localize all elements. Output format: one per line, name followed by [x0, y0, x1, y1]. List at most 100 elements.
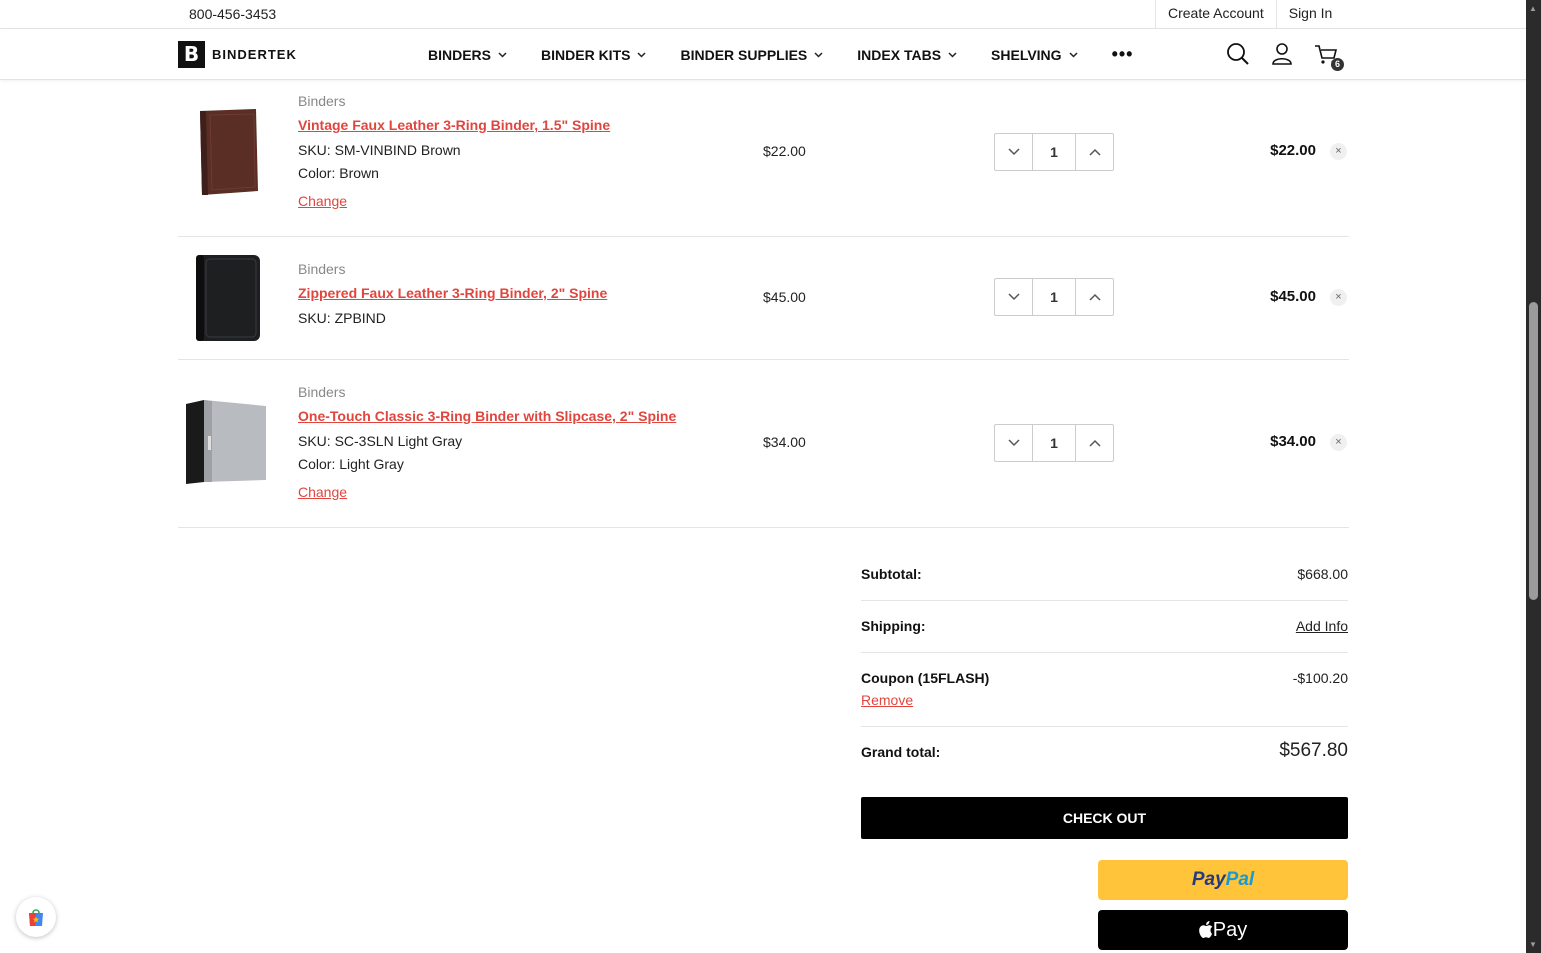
nav-menu: BINDERS BINDER KITS BINDER SUPPLIES INDE…	[428, 29, 1167, 80]
utility-bar: 800-456-3453 Create Account Sign In	[0, 0, 1526, 29]
quantity-stepper: 1	[994, 133, 1114, 171]
paypal-button[interactable]: PayPal	[1098, 860, 1348, 900]
decrease-qty-button[interactable]	[995, 279, 1032, 315]
chevron-down-icon	[1069, 51, 1078, 58]
product-image[interactable]	[182, 251, 270, 343]
cart-icon[interactable]: 6	[1313, 41, 1344, 71]
remove-item-icon[interactable]: ×	[1330, 289, 1347, 306]
chevron-up-icon	[1088, 439, 1101, 447]
cart-count-badge: 6	[1331, 58, 1344, 71]
product-name-link[interactable]: Zippered Faux Leather 3-Ring Binder, 2" …	[298, 285, 607, 301]
subtotal-label: Subtotal:	[861, 566, 922, 582]
nav-item-label: BINDER SUPPLIES	[680, 46, 808, 63]
quantity-input[interactable]: 1	[1032, 134, 1076, 170]
chevron-up-icon	[1088, 148, 1101, 156]
chevron-down-icon	[498, 51, 507, 58]
nav-item-binder-supplies[interactable]: BINDER SUPPLIES	[680, 47, 823, 63]
remove-item-icon[interactable]: ×	[1330, 143, 1347, 160]
line-total: $22.00	[1270, 142, 1316, 159]
account-links: Create Account Sign In	[1155, 0, 1344, 29]
account-icon[interactable]	[1269, 41, 1295, 67]
sign-in-link[interactable]: Sign In	[1275, 0, 1345, 29]
product-sku: SKU: SC-3SLN Light Gray	[298, 433, 463, 449]
quantity-stepper: 1	[994, 278, 1114, 316]
nav-item-label: INDEX TABS	[857, 46, 942, 63]
grand-total-value: $567.80	[1279, 740, 1348, 761]
product-name-link[interactable]: Vintage Faux Leather 3-Ring Binder, 1.5"…	[298, 117, 610, 133]
line-total: $34.00	[1270, 433, 1316, 450]
unit-price: $34.00	[763, 434, 806, 450]
nav-item-index-tabs[interactable]: INDEX TABS	[857, 47, 957, 63]
order-totals: Subtotal: $668.00 Shipping: Add Info Cou…	[861, 548, 1348, 777]
chevron-down-icon	[1007, 439, 1020, 447]
unit-price: $22.00	[763, 143, 806, 159]
phone-number[interactable]: 800-456-3453	[189, 6, 276, 22]
create-account-link[interactable]: Create Account	[1155, 0, 1276, 29]
change-options-link[interactable]: Change	[298, 193, 347, 209]
coupon-row: Coupon (15FLASH) -$100.20 Remove	[861, 653, 1348, 727]
product-color: Color: Brown	[298, 165, 379, 181]
quantity-input[interactable]: 1	[1032, 279, 1076, 315]
logo-wordmark: BINDERTEK	[212, 47, 297, 62]
nav-item-label: BINDER KITS	[541, 46, 631, 63]
apple-pay-label: Pay	[1212, 919, 1248, 941]
increase-qty-button[interactable]	[1076, 279, 1113, 315]
shipping-row: Shipping: Add Info	[861, 601, 1348, 653]
product-image[interactable]	[182, 396, 270, 488]
shipping-label: Shipping:	[861, 618, 926, 634]
cart-item-row: Binders Vintage Faux Leather 3-Ring Bind…	[178, 80, 1349, 237]
paypal-logo-pay: Pay	[1191, 869, 1226, 890]
product-sku: SKU: ZPBIND	[298, 310, 386, 326]
remove-item-icon[interactable]: ×	[1330, 434, 1347, 451]
quantity-input[interactable]: 1	[1032, 425, 1076, 461]
scroll-up-arrow-icon[interactable]: ▲	[1529, 4, 1537, 13]
coupon-value: -$100.20	[1292, 670, 1348, 686]
shopping-bag-icon	[29, 909, 43, 926]
line-total: $45.00	[1270, 288, 1316, 305]
subtotal-value: $668.00	[1297, 566, 1348, 582]
nav-item-shelving[interactable]: SHELVING	[991, 47, 1078, 63]
coupon-label: Coupon (15FLASH)	[861, 670, 990, 686]
cart-item-row: Binders One-Touch Classic 3-Ring Binder …	[178, 360, 1349, 528]
scrollbar-thumb[interactable]	[1529, 302, 1538, 600]
cart-item-row: Binders Zippered Faux Leather 3-Ring Bin…	[178, 237, 1349, 360]
chevron-down-icon	[1007, 293, 1020, 301]
chevron-up-icon	[1088, 293, 1101, 301]
scroll-down-arrow-icon[interactable]: ▼	[1529, 940, 1537, 949]
quantity-stepper: 1	[994, 424, 1114, 462]
chevron-down-icon	[814, 51, 823, 58]
page-scrollbar[interactable]: ▲ ▼	[1526, 0, 1541, 953]
decrease-qty-button[interactable]	[995, 134, 1032, 170]
nav-item-label: SHELVING	[991, 46, 1062, 63]
product-category: Binders	[298, 261, 346, 277]
product-image[interactable]	[182, 105, 270, 197]
subtotal-row: Subtotal: $668.00	[861, 548, 1348, 601]
apple-icon	[1198, 921, 1213, 938]
checkout-button[interactable]: CHECK OUT	[861, 797, 1348, 839]
paypal-logo-pal: Pal	[1225, 869, 1255, 890]
logo[interactable]: B BINDERTEK	[178, 41, 297, 68]
unit-price: $45.00	[763, 289, 806, 305]
apple-pay-button[interactable]: Pay	[1098, 910, 1348, 950]
increase-qty-button[interactable]	[1076, 134, 1113, 170]
increase-qty-button[interactable]	[1076, 425, 1113, 461]
more-menu-icon[interactable]: •••	[1112, 44, 1134, 65]
chevron-down-icon	[1007, 148, 1020, 156]
search-icon[interactable]	[1225, 41, 1251, 67]
product-category: Binders	[298, 93, 346, 109]
logo-mark: B	[178, 41, 205, 68]
nav-item-label: BINDERS	[428, 46, 492, 63]
add-shipping-info-link[interactable]: Add Info	[1296, 618, 1348, 634]
change-options-link[interactable]: Change	[298, 484, 347, 500]
decrease-qty-button[interactable]	[995, 425, 1032, 461]
product-sku: SKU: SM-VINBIND Brown	[298, 142, 461, 158]
nav-item-binder-kits[interactable]: BINDER KITS	[541, 47, 646, 63]
remove-coupon-link[interactable]: Remove	[861, 692, 913, 708]
grand-total-label: Grand total:	[861, 744, 941, 760]
nav-item-binders[interactable]: BINDERS	[428, 47, 507, 63]
main-navigation: B BINDERTEK BINDERS BINDER KITS BINDER S…	[0, 29, 1526, 80]
nav-icons: 6	[1225, 41, 1357, 71]
product-name-link[interactable]: One-Touch Classic 3-Ring Binder with Sli…	[298, 408, 676, 424]
product-category: Binders	[298, 384, 346, 400]
rewards-widget-button[interactable]	[16, 897, 56, 937]
